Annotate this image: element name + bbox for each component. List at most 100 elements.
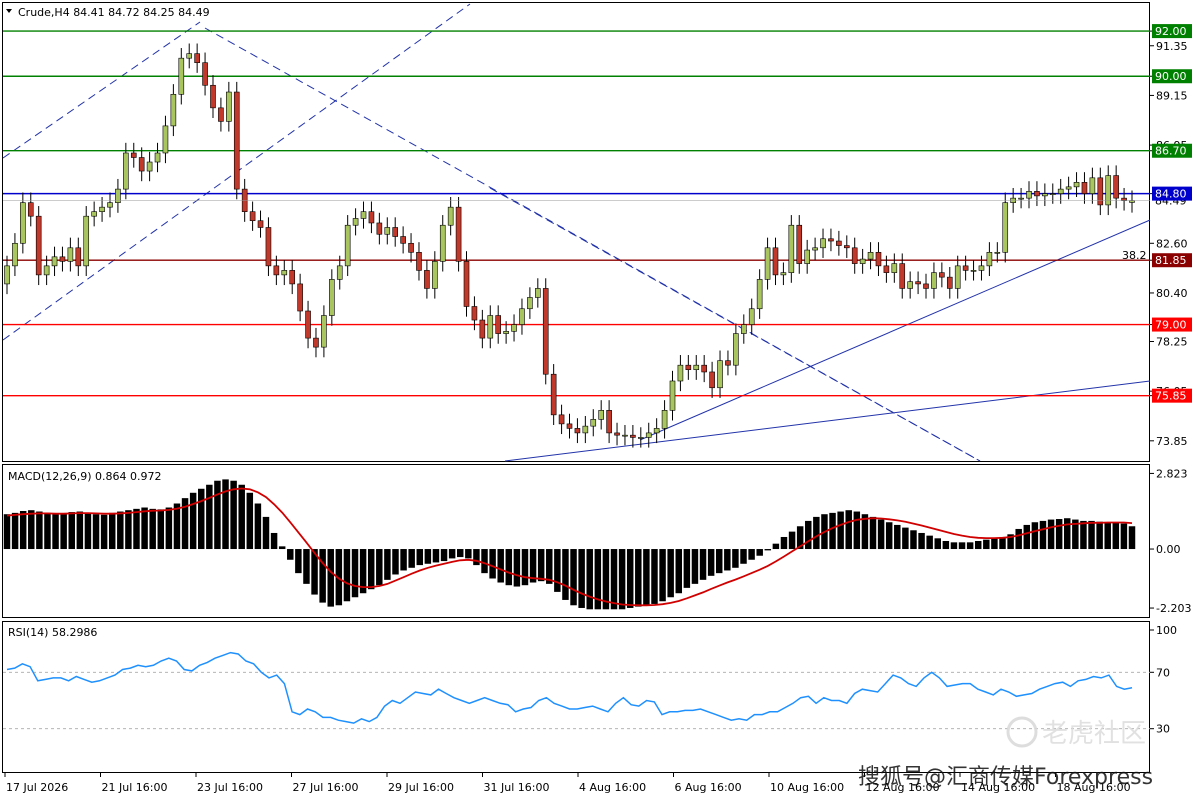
candle-body <box>297 283 303 312</box>
macd-bar <box>683 549 691 588</box>
candle-body <box>313 337 319 348</box>
macd-bar <box>432 549 440 563</box>
macd-bar <box>189 492 197 550</box>
candle-body <box>392 227 399 237</box>
time-tick-label: 31 Jul 16:00 <box>484 781 550 794</box>
candle-body <box>907 281 913 289</box>
macd-bar <box>28 510 35 550</box>
macd-bar <box>578 549 585 608</box>
candle-body <box>1065 186 1072 190</box>
candle-body <box>439 224 446 262</box>
macd-tick-label: -2.203 <box>1156 602 1191 615</box>
macd-bar <box>125 510 132 550</box>
macd-bar <box>732 549 739 568</box>
candle-body <box>859 258 866 264</box>
time-tick-label: 21 Jul 16:00 <box>102 781 168 794</box>
candle-body <box>851 247 858 264</box>
candle-body <box>471 306 478 321</box>
macd-bar <box>845 510 852 550</box>
macd-bar <box>610 549 618 610</box>
macd-tick-label: 0.00 <box>1156 543 1181 556</box>
macd-bar <box>966 542 974 550</box>
macd-bar <box>60 513 67 550</box>
candle-body <box>836 240 842 246</box>
candle-body <box>4 265 10 285</box>
rsi-tick-label: 30 <box>1156 723 1170 736</box>
candle-body <box>329 279 335 316</box>
candle-body <box>376 222 383 235</box>
candle-body <box>939 272 945 278</box>
macd-bar <box>400 549 407 571</box>
macd-bar <box>586 549 593 610</box>
candle-body <box>194 53 200 63</box>
macd-bar <box>748 549 755 560</box>
macd-bar <box>198 488 205 550</box>
macd-bar <box>238 484 245 550</box>
candle-body <box>59 256 66 262</box>
macd-bar <box>764 549 772 551</box>
macd-bar <box>691 549 699 584</box>
candle-body <box>923 283 929 289</box>
chart-header: Crude,H4 84.41 84.72 84.25 84.49 <box>18 6 210 19</box>
macd-bar <box>1104 522 1111 550</box>
macd-bar <box>983 539 990 550</box>
candle-body <box>1073 182 1080 188</box>
candle-body <box>479 319 486 339</box>
candle-body <box>661 410 668 429</box>
candle-body <box>463 261 470 307</box>
symbol-header: Crude,H4 84.41 84.72 84.25 84.49 <box>6 6 210 19</box>
macd-bar <box>562 549 569 600</box>
macd-bar <box>367 549 375 590</box>
long-support-line <box>504 380 1151 462</box>
candle-body <box>772 247 779 276</box>
macd-bar <box>926 535 933 550</box>
candle-body <box>574 428 581 434</box>
macd-bar <box>157 509 165 550</box>
macd-bar <box>780 536 788 550</box>
candle-body <box>519 308 525 325</box>
price-pane-frame <box>2 2 1150 462</box>
candle-body <box>820 238 826 249</box>
macd-bar <box>11 512 19 550</box>
candle-body <box>424 270 430 289</box>
candle-body <box>701 364 707 373</box>
candle-body <box>27 202 34 217</box>
macd-bar <box>287 549 294 560</box>
macd-bar <box>1047 519 1055 550</box>
macd-bar <box>999 536 1006 550</box>
macd-bar <box>303 549 310 584</box>
macd-bar <box>715 549 723 574</box>
candle-body <box>368 211 375 224</box>
macd-bar <box>869 516 877 550</box>
rsi-line <box>6 651 1133 724</box>
candle-body <box>582 425 589 434</box>
price-tick-label: 89.15 <box>1156 89 1188 102</box>
macd-bar <box>667 549 674 598</box>
candle-body <box>35 215 42 276</box>
candle-body <box>527 297 533 310</box>
candle-body <box>91 211 97 217</box>
candle-body <box>321 315 327 348</box>
macd-bar <box>756 549 763 556</box>
macd-bar <box>877 519 885 550</box>
macd-tick-label: 2.823 <box>1156 467 1188 480</box>
candle-body <box>503 331 509 334</box>
macd-bar <box>772 543 780 550</box>
candle-body <box>202 62 208 86</box>
candle-body <box>788 224 795 273</box>
level-label: 79.00 <box>1155 319 1187 332</box>
candle-body <box>178 57 185 95</box>
macd-bar <box>805 520 812 550</box>
macd-bar <box>416 549 424 566</box>
candle-body <box>550 373 557 416</box>
candle-body <box>1081 182 1088 194</box>
candle-body <box>843 245 850 249</box>
macd-bar <box>133 508 140 550</box>
candle-body <box>170 93 177 127</box>
candle-body <box>1057 188 1064 194</box>
candle-body <box>281 270 288 276</box>
time-tick-label: 23 Jul 16:00 <box>197 781 263 794</box>
candle-body <box>986 252 993 267</box>
macd-bar <box>36 511 43 550</box>
ascending-trendline <box>639 219 1151 441</box>
